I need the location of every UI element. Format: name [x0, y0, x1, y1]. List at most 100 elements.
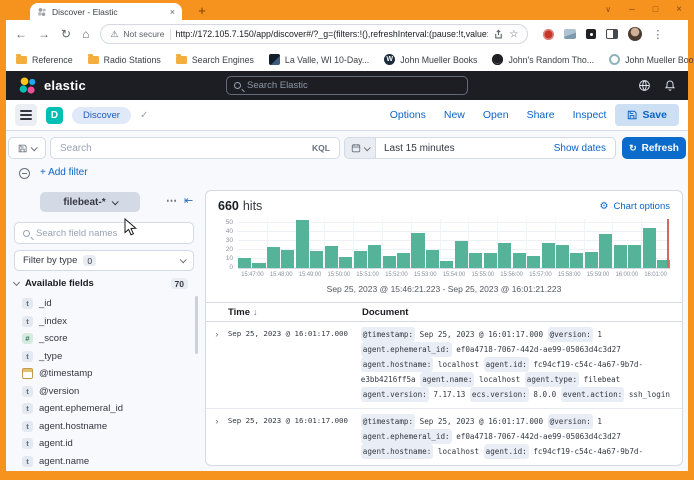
url-text[interactable]: http://172.105.7.150/app/discover#/?_g=(…	[176, 29, 489, 39]
time-column-header[interactable]: Time ↓	[228, 307, 354, 318]
time-range-label[interactable]: Last 15 minutes	[376, 143, 554, 154]
reload-icon[interactable]: ↻	[61, 28, 71, 40]
new-tab-button[interactable]: +	[194, 2, 210, 18]
histogram-bar[interactable]	[296, 220, 309, 268]
pinned-extension-icon[interactable]	[586, 29, 596, 39]
histogram-bar[interactable]	[556, 245, 569, 268]
bookmark-item[interactable]: John Mueller Books...	[609, 54, 694, 65]
forward-icon[interactable]: →	[38, 28, 50, 40]
field-item[interactable]: t_type	[8, 348, 200, 366]
index-options-icon[interactable]: ⋯	[166, 194, 177, 207]
share-icon[interactable]	[493, 29, 504, 40]
field-item[interactable]: t_id	[8, 295, 200, 313]
back-icon[interactable]: ←	[15, 28, 27, 40]
nav-link-share[interactable]: Share	[527, 109, 555, 121]
calendar-menu-button[interactable]	[345, 138, 376, 158]
field-item[interactable]: #_score	[8, 330, 200, 348]
histogram-bar[interactable]	[527, 256, 540, 268]
bookmark-item[interactable]: John's Random Tho...	[492, 54, 594, 65]
chart-options-button[interactable]: ⚙ Chart options	[600, 201, 670, 212]
nav-link-inspect[interactable]: Inspect	[573, 109, 607, 121]
histogram-bar[interactable]	[281, 250, 294, 268]
bookmark-item[interactable]: Reference	[16, 55, 73, 65]
histogram-bar[interactable]	[599, 234, 612, 268]
security-extension-icon[interactable]	[543, 29, 554, 40]
side-panel-icon[interactable]	[606, 29, 618, 39]
filter-menu-icon[interactable]	[19, 168, 30, 179]
minimize-icon[interactable]: –	[629, 4, 635, 15]
expand-row-button[interactable]: ›	[206, 414, 228, 428]
field-item[interactable]: tagent.name	[8, 453, 200, 471]
kql-label[interactable]: KQL	[312, 143, 330, 153]
globe-icon[interactable]	[638, 79, 651, 92]
bookmark-item[interactable]: La Valle, WI 10-Day...	[269, 54, 369, 65]
histogram-bar[interactable]	[513, 253, 526, 268]
histogram-bar[interactable]	[585, 252, 598, 268]
field-item[interactable]: t_index	[8, 313, 200, 331]
menu-kebab-icon[interactable]: ⋮	[652, 28, 663, 41]
field-item[interactable]: tagent.hostname	[8, 418, 200, 436]
query-search-input[interactable]: Search KQL	[50, 137, 340, 159]
histogram-bar[interactable]	[643, 228, 656, 268]
histogram-bar[interactable]	[325, 246, 338, 268]
address-bar[interactable]: ⚠ Not secure http://172.105.7.150/app/di…	[100, 24, 528, 44]
saved-query-menu-button[interactable]	[8, 137, 46, 159]
histogram-bar[interactable]	[628, 245, 641, 268]
save-button[interactable]: Save	[615, 104, 679, 126]
close-icon[interactable]: ×	[676, 4, 682, 15]
bookmark-star-icon[interactable]: ☆	[509, 29, 518, 40]
security-label[interactable]: Not secure	[123, 29, 164, 39]
home-icon[interactable]: ⌂	[82, 28, 89, 40]
global-search-input[interactable]: Search Elastic	[226, 76, 468, 95]
field-item[interactable]: t@version	[8, 383, 200, 401]
histogram-bar[interactable]	[542, 243, 555, 268]
field-item[interactable]: tagent.id	[8, 435, 200, 453]
bookmark-item[interactable]: Search Engines	[176, 55, 254, 65]
bookmark-item[interactable]: WJohn Mueller Books	[384, 54, 477, 65]
histogram-bar[interactable]	[426, 250, 439, 268]
histogram-bar[interactable]	[339, 257, 352, 268]
histogram-bar[interactable]	[310, 251, 323, 268]
sidebar-scrollbar[interactable]	[195, 296, 198, 354]
histogram-bar[interactable]	[498, 243, 511, 268]
bookmark-item[interactable]: Radio Stations	[88, 55, 161, 65]
space-avatar[interactable]: D	[46, 107, 63, 124]
nav-link-open[interactable]: Open	[483, 109, 509, 121]
maximize-icon[interactable]: □	[653, 4, 658, 14]
profile-avatar[interactable]	[628, 27, 642, 41]
nav-link-new[interactable]: New	[444, 109, 465, 121]
histogram-bar[interactable]	[570, 253, 583, 268]
show-dates-link[interactable]: Show dates	[554, 143, 615, 154]
histogram-bar[interactable]	[411, 233, 424, 268]
histogram-bar[interactable]	[469, 253, 482, 268]
breadcrumb[interactable]: Discover	[72, 107, 131, 124]
screenshot-extension-icon[interactable]	[564, 29, 576, 39]
index-pattern-selector[interactable]: filebeat-*	[40, 192, 140, 212]
histogram-bar[interactable]	[238, 258, 251, 268]
filter-by-type-select[interactable]: Filter by type 0	[14, 250, 194, 271]
histogram-bar[interactable]	[614, 245, 627, 268]
hamburger-menu-icon[interactable]	[15, 104, 37, 126]
field-item[interactable]: @timestamp	[8, 365, 200, 383]
sort-desc-icon[interactable]: ↓	[253, 307, 258, 317]
histogram-bar[interactable]	[455, 241, 468, 268]
histogram-bar[interactable]	[440, 261, 453, 268]
refresh-button[interactable]: ↻ Refresh	[622, 137, 686, 159]
add-filter-link[interactable]: + Add filter	[40, 167, 88, 178]
histogram-bar[interactable]	[397, 253, 410, 268]
browser-tab[interactable]: Discover - Elastic ×	[30, 3, 182, 20]
available-fields-header[interactable]: Available fields 70	[14, 278, 194, 289]
histogram-bar[interactable]	[267, 247, 280, 268]
histogram-bar[interactable]	[383, 256, 396, 268]
histogram-bar[interactable]	[354, 251, 367, 268]
collapse-sidebar-icon[interactable]: ⇤	[184, 194, 193, 207]
histogram-bar[interactable]	[484, 253, 497, 268]
expand-row-button[interactable]: ›	[206, 327, 228, 341]
histogram-bar[interactable]	[252, 263, 265, 268]
tab-close-icon[interactable]: ×	[170, 7, 175, 17]
alerts-bell-icon[interactable]	[664, 79, 676, 92]
nav-link-options[interactable]: Options	[390, 109, 426, 121]
window-chevron-icon[interactable]: ∨	[605, 5, 611, 14]
field-search-input[interactable]: Search field names	[14, 222, 194, 244]
field-item[interactable]: tagent.ephemeral_id	[8, 400, 200, 418]
